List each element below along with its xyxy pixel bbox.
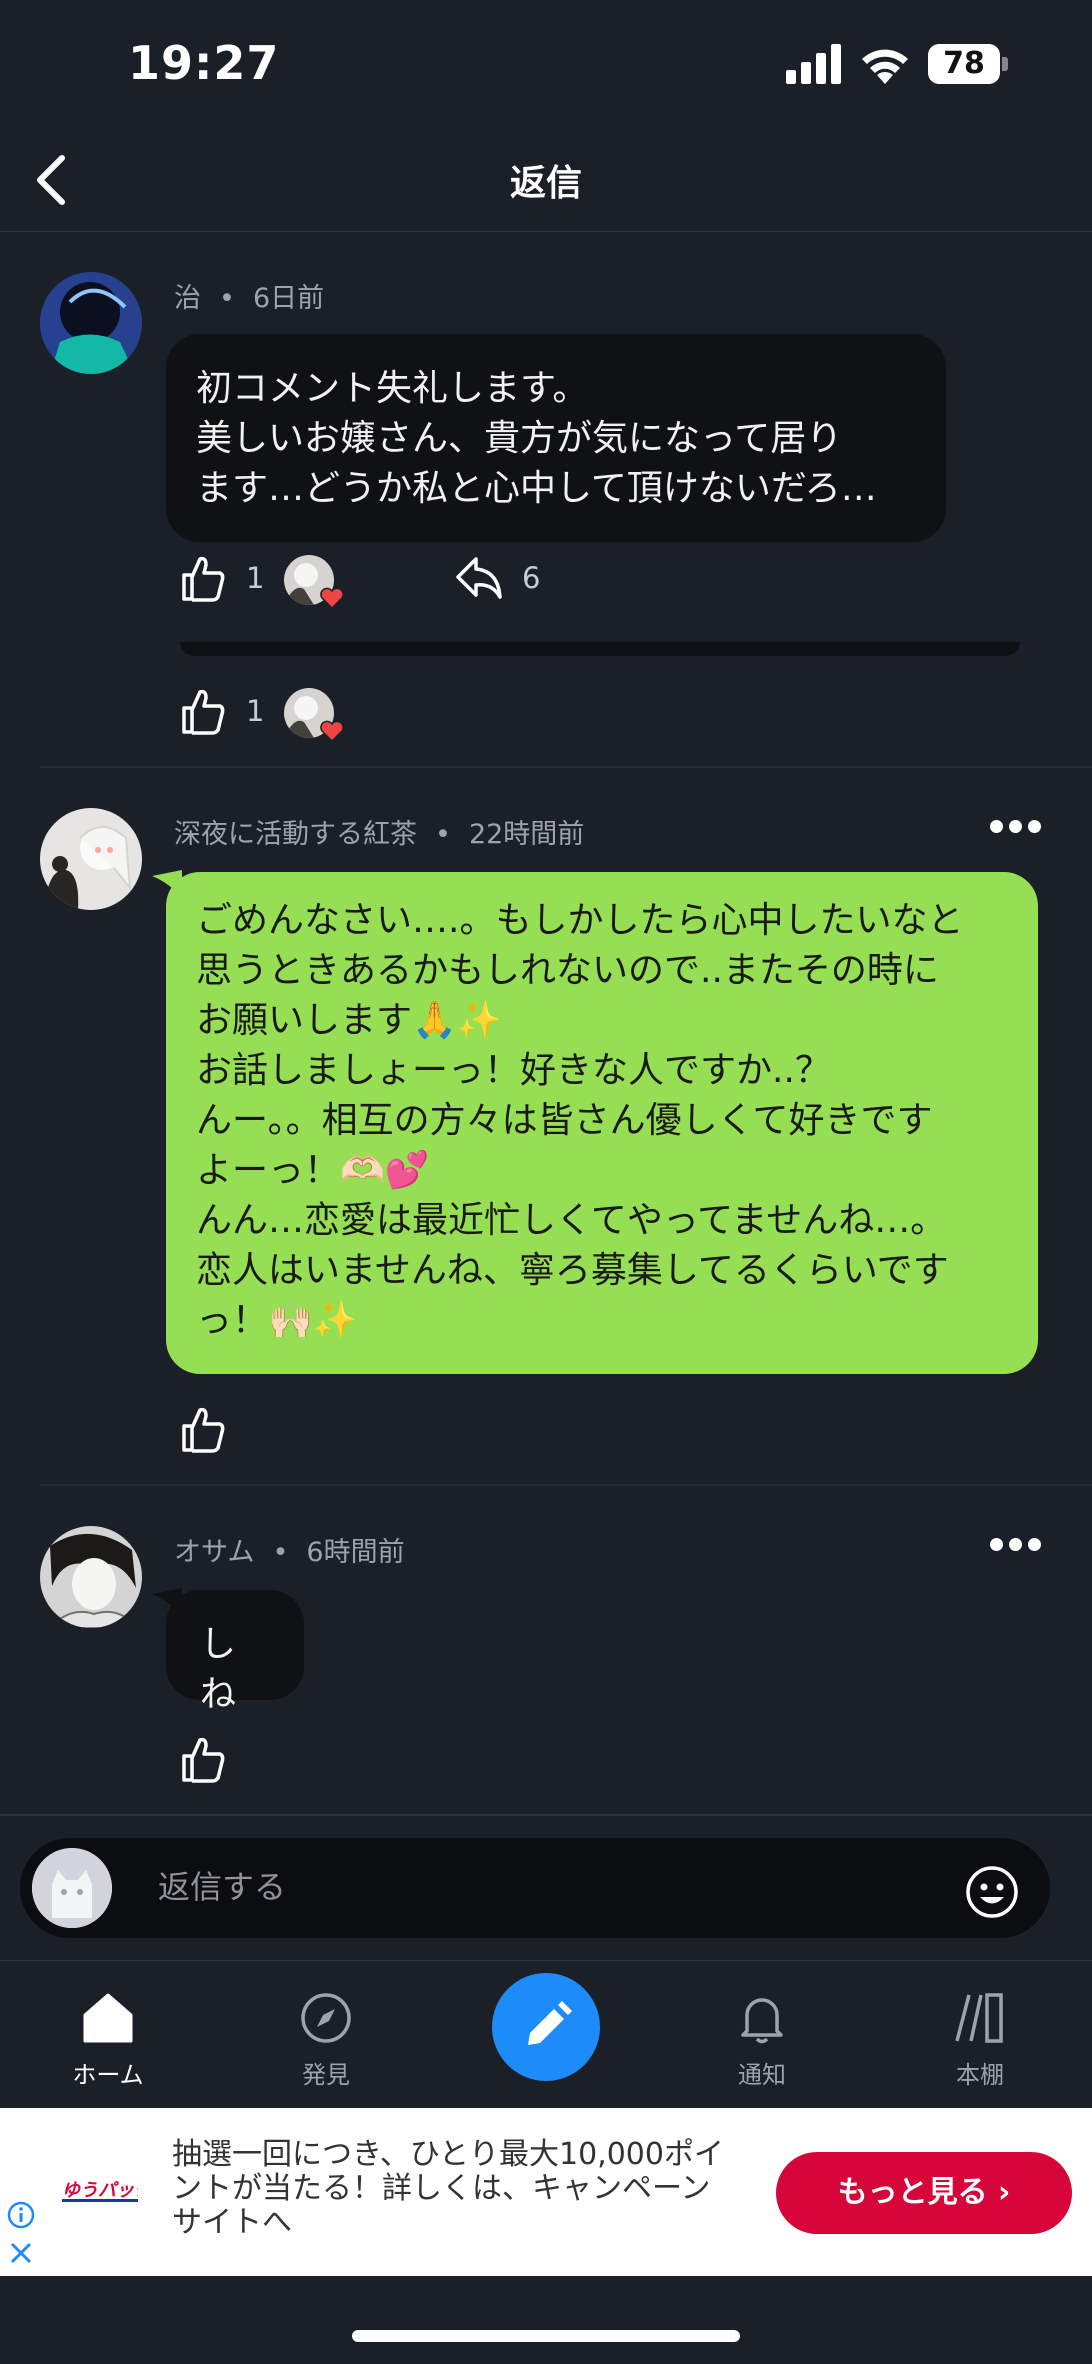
compose-button[interactable] (492, 1973, 600, 2081)
battery-icon: 78 (928, 44, 1008, 84)
comment-line: しね (200, 1624, 237, 1715)
comment-line: っ！🙌🏻✨ (196, 1300, 358, 1341)
reply-icon[interactable] (454, 555, 504, 601)
reply-composer[interactable]: 返信する (20, 1838, 1050, 1938)
status-bar: 19:27 78 (0, 0, 1092, 130)
comment-line: んー。。相互の方々は皆さん優しくて好きです (196, 1100, 933, 1141)
collapsed-bubble-edge (180, 642, 1020, 656)
more-options-button[interactable] (990, 1538, 1042, 1554)
ad-cta-button[interactable]: もっと見る › (776, 2152, 1072, 2234)
heart-icon (320, 720, 344, 742)
reaction-row: 1 (180, 688, 440, 742)
comment-meta: 深夜に活動する紅茶 • 22時間前 (174, 819, 585, 850)
author-name[interactable]: 治 (174, 283, 201, 314)
ad-text: 抽選一回につき、ひとり最大10,000ポイントが当たる！詳しくは、キャンペーンサ… (172, 2137, 724, 2240)
ad-logo: ゆうパック (62, 2180, 138, 2202)
tab-bookshelf[interactable]: 本棚 (900, 1973, 1060, 2103)
comment-meta: オサム • 6時間前 (174, 1537, 405, 1568)
like-icon[interactable] (180, 1406, 226, 1454)
comment-time: 6時間前 (306, 1537, 405, 1568)
comment-line: ごめんなさい….。もしかしたら心中したいなと (196, 900, 964, 941)
avatar[interactable] (40, 808, 142, 910)
tab-label: 通知 (738, 2061, 786, 2089)
comment-line: 美しいお嬢さん、貴方が気になって居り (196, 418, 843, 459)
comment-line: お願いします🙏✨ (196, 1000, 502, 1041)
divider (40, 1484, 1092, 1486)
comment-meta: 治 • 6日前 (174, 283, 325, 314)
battery-level: 78 (943, 46, 985, 81)
header: 返信 (0, 130, 1092, 232)
comment-time: 6日前 (252, 283, 325, 314)
status-time: 19:27 (128, 36, 280, 90)
like-count: 1 (246, 694, 265, 728)
comment-line: よーっ！🫶🏻💕 (196, 1150, 430, 1191)
bell-icon (741, 1998, 783, 2044)
info-icon[interactable] (6, 2200, 36, 2230)
avatar[interactable] (40, 272, 142, 374)
pencil-icon (528, 2001, 572, 2045)
avatar[interactable] (40, 1526, 142, 1628)
tab-label: ホーム (72, 2061, 144, 2089)
like-icon[interactable] (180, 555, 226, 603)
ad-banner[interactable]: ゆうパック 抽選一回につき、ひとり最大10,000ポイントが当たる！詳しくは、キ… (0, 2108, 1092, 2276)
comment-line: んん…恋愛は最近忙しくてやってませんね…。 (196, 1200, 947, 1241)
comment-line: 思うときあるかもしれないので..またその時に (196, 950, 939, 991)
comment-line: 初コメント失礼します。 (196, 368, 589, 409)
tab-discover[interactable]: 発見 (246, 1973, 406, 2103)
ad-cta-label: もっと見る (837, 2175, 988, 2210)
tab-label: 発見 (302, 2061, 350, 2089)
wifi-icon (862, 49, 908, 84)
like-icon[interactable] (180, 1736, 226, 1784)
comment-line: ます…どうか私と心中して頂けないだろ… (196, 468, 877, 509)
signal-icon (786, 44, 841, 84)
home-icon (83, 1993, 133, 2043)
reply-input[interactable]: 返信する (158, 1862, 286, 1908)
divider (40, 766, 1092, 768)
bookshelf-icon (955, 1993, 1003, 2043)
comment-line: お話しましょーっ！好きな人ですか..？ (196, 1050, 831, 1091)
close-icon[interactable] (6, 2238, 36, 2268)
home-indicator[interactable] (352, 2330, 740, 2342)
tab-notifications[interactable]: 通知 (682, 1973, 842, 2103)
more-options-button[interactable] (990, 820, 1042, 836)
tab-bar: ホーム 発見 通知 本棚 (0, 1960, 1092, 2108)
author-name[interactable]: 深夜に活動する紅茶 (174, 819, 417, 850)
reply-count: 6 (522, 561, 541, 595)
tab-label: 本棚 (956, 2061, 1004, 2089)
reaction-row (180, 1406, 240, 1456)
comment-bubble[interactable]: 初コメント失礼します。 美しいお嬢さん、貴方が気になって居り ます…どうか私と心… (166, 334, 946, 542)
emoji-icon[interactable] (964, 1864, 1020, 1920)
comment-time: 22時間前 (468, 819, 585, 850)
tab-home[interactable]: ホーム (28, 1973, 188, 2103)
author-name[interactable]: オサム (174, 1537, 254, 1568)
chevron-right-icon: › (998, 2175, 1011, 2210)
like-icon[interactable] (180, 688, 226, 736)
my-avatar[interactable] (32, 1848, 112, 1928)
page-title: 返信 (509, 163, 582, 204)
comment-bubble[interactable]: ごめんなさい….。もしかしたら心中したいなと 思うときあるかもしれないので..ま… (166, 872, 1038, 1374)
reaction-row (180, 1736, 240, 1786)
compass-icon (301, 1993, 351, 2043)
svg-text:ゆうパック: ゆうパック (62, 2180, 138, 2201)
like-count: 1 (246, 561, 265, 595)
reaction-row: 1 6 (180, 555, 580, 609)
comment-line: 恋人はいませんね、寧ろ募集してるくらいです (196, 1250, 949, 1291)
comment-bubble[interactable]: しね (166, 1590, 304, 1715)
divider (0, 1814, 1092, 1816)
heart-icon (320, 587, 344, 609)
